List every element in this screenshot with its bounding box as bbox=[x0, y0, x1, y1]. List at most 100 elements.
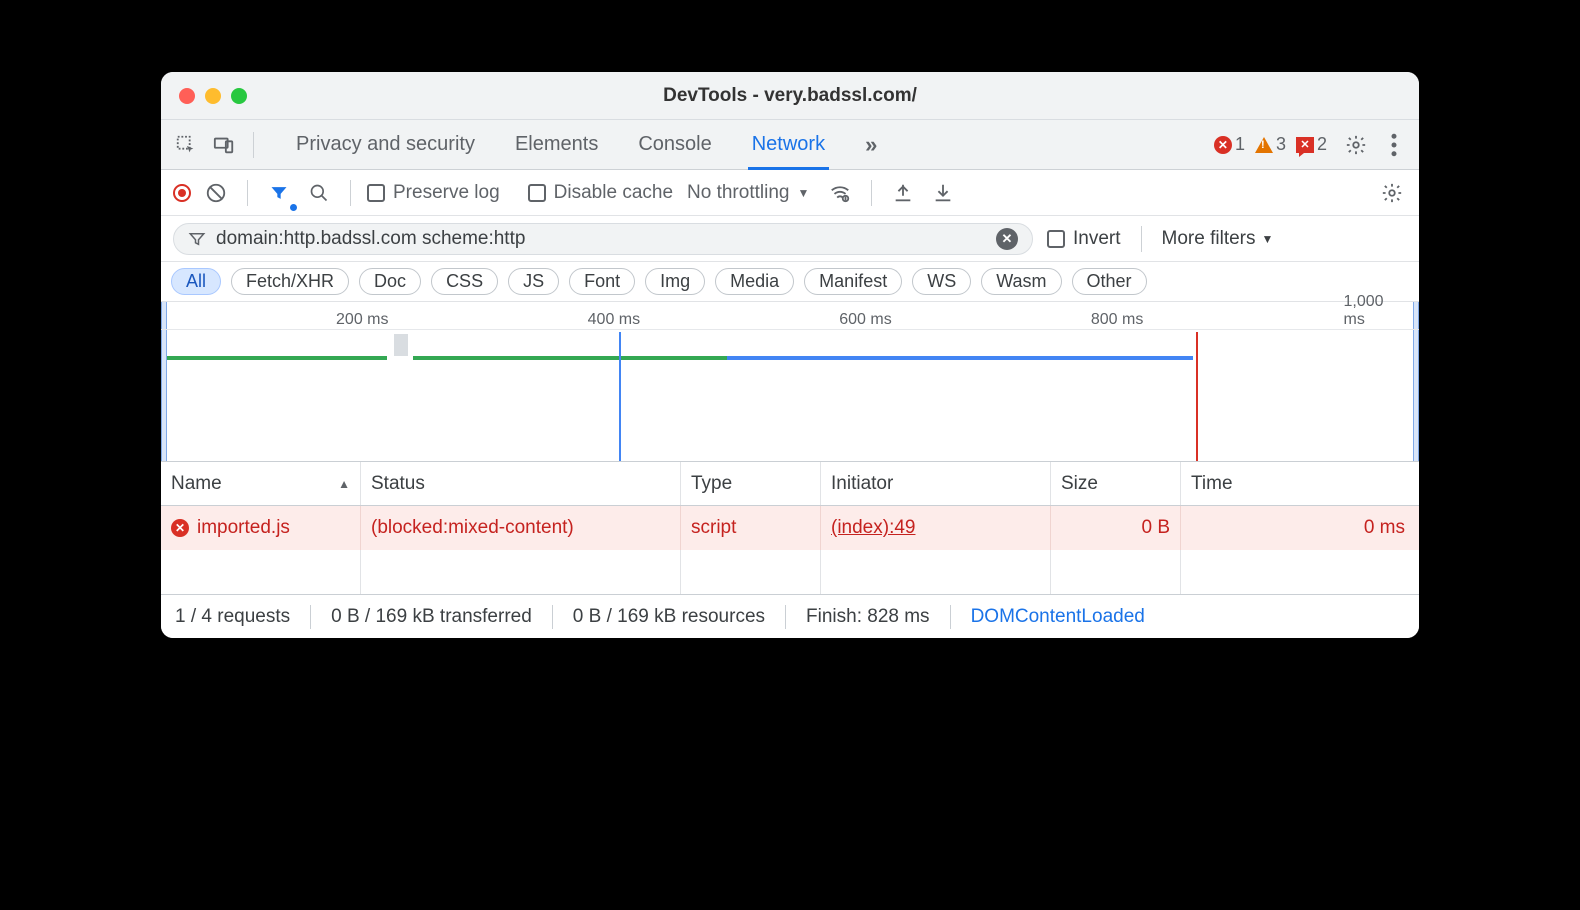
throttling-select[interactable]: No throttling ▼ bbox=[687, 182, 809, 204]
record-icon[interactable] bbox=[173, 184, 191, 202]
issues-badge[interactable]: ✕2 bbox=[1296, 134, 1327, 155]
timeline-bars bbox=[161, 356, 1419, 361]
window-title: DevTools - very.badssl.com/ bbox=[161, 85, 1419, 107]
divider bbox=[785, 605, 786, 629]
chip-all[interactable]: All bbox=[171, 268, 221, 295]
error-icon: ✕ bbox=[1214, 136, 1232, 154]
load-line-icon bbox=[1196, 332, 1198, 461]
tab-label: Console bbox=[638, 133, 711, 156]
network-settings-icon[interactable] bbox=[1377, 178, 1407, 208]
funnel-icon bbox=[188, 230, 206, 248]
chip-font[interactable]: Font bbox=[569, 268, 635, 295]
chip-manifest[interactable]: Manifest bbox=[804, 268, 902, 295]
checkbox-icon bbox=[367, 184, 385, 202]
chip-img[interactable]: Img bbox=[645, 268, 705, 295]
chip-js[interactable]: JS bbox=[508, 268, 559, 295]
warning-icon bbox=[1255, 137, 1273, 153]
timeline-overview[interactable]: 200 ms 400 ms 600 ms 800 ms 1,000 ms bbox=[161, 302, 1419, 462]
chevron-down-icon: ▼ bbox=[797, 186, 809, 200]
checkbox-icon bbox=[1047, 230, 1065, 248]
disable-cache-checkbox[interactable]: Disable cache bbox=[528, 182, 673, 204]
tick-label: 600 ms bbox=[839, 311, 891, 329]
divider bbox=[1141, 226, 1142, 252]
transferred-summary: 0 B / 169 kB transferred bbox=[331, 606, 532, 628]
import-har-icon[interactable] bbox=[928, 178, 958, 208]
issues-count: 2 bbox=[1317, 134, 1327, 155]
network-conditions-icon[interactable] bbox=[825, 178, 855, 208]
cell-initiator[interactable]: (index):49 bbox=[821, 506, 1051, 550]
sort-asc-icon: ▲ bbox=[338, 477, 350, 491]
search-icon[interactable] bbox=[304, 178, 334, 208]
invert-label: Invert bbox=[1073, 228, 1121, 250]
col-time[interactable]: Time bbox=[1181, 462, 1419, 505]
disable-cache-label: Disable cache bbox=[554, 182, 673, 204]
table-header: Name▲ Status Type Initiator Size Time bbox=[161, 462, 1419, 506]
divider bbox=[950, 605, 951, 629]
tab-label: Network bbox=[752, 133, 825, 156]
cell-size: 0 B bbox=[1051, 506, 1181, 550]
filter-bar: domain:http.badssl.com scheme:http ✕ Inv… bbox=[161, 216, 1419, 262]
preserve-log-label: Preserve log bbox=[393, 182, 500, 204]
divider bbox=[310, 605, 311, 629]
invert-checkbox[interactable]: Invert bbox=[1047, 228, 1121, 250]
table-row[interactable]: ✕imported.js (blocked:mixed-content) scr… bbox=[161, 506, 1419, 550]
clear-icon[interactable] bbox=[201, 178, 231, 208]
tab-network[interactable]: Network bbox=[748, 120, 829, 170]
domcontentloaded-line-icon bbox=[619, 332, 621, 461]
timeline-marker bbox=[394, 334, 408, 356]
titlebar: DevTools - very.badssl.com/ bbox=[161, 72, 1419, 120]
maximize-window-icon[interactable] bbox=[231, 88, 247, 104]
chip-media[interactable]: Media bbox=[715, 268, 794, 295]
preserve-log-checkbox[interactable]: Preserve log bbox=[367, 182, 500, 204]
resources-summary: 0 B / 169 kB resources bbox=[573, 606, 765, 628]
chip-css[interactable]: CSS bbox=[431, 268, 498, 295]
clear-filter-icon[interactable]: ✕ bbox=[996, 228, 1018, 250]
cell-name: ✕imported.js bbox=[161, 506, 361, 550]
filter-text: domain:http.badssl.com scheme:http bbox=[216, 228, 986, 250]
main-tabs-bar: Privacy and security Elements Console Ne… bbox=[161, 120, 1419, 170]
tab-privacy-security[interactable]: Privacy and security bbox=[292, 120, 479, 170]
timeline-ruler: 200 ms 400 ms 600 ms 800 ms 1,000 ms bbox=[161, 302, 1419, 330]
warnings-count: 3 bbox=[1276, 134, 1286, 155]
col-initiator[interactable]: Initiator bbox=[821, 462, 1051, 505]
chip-doc[interactable]: Doc bbox=[359, 268, 421, 295]
filter-input[interactable]: domain:http.badssl.com scheme:http ✕ bbox=[173, 223, 1033, 255]
col-size[interactable]: Size bbox=[1051, 462, 1181, 505]
col-type[interactable]: Type bbox=[681, 462, 821, 505]
col-name[interactable]: Name▲ bbox=[161, 462, 361, 505]
tick-label: 200 ms bbox=[336, 311, 388, 329]
more-filters-button[interactable]: More filters ▼ bbox=[1162, 228, 1274, 250]
status-counters: ✕1 3 ✕2 bbox=[1214, 134, 1327, 155]
inspect-element-icon[interactable] bbox=[171, 130, 201, 160]
chip-fetch-xhr[interactable]: Fetch/XHR bbox=[231, 268, 349, 295]
tick-label: 400 ms bbox=[588, 311, 640, 329]
tick-label: 800 ms bbox=[1091, 311, 1143, 329]
settings-icon[interactable] bbox=[1341, 130, 1371, 160]
chevron-down-icon: ▼ bbox=[1262, 232, 1274, 246]
export-har-icon[interactable] bbox=[888, 178, 918, 208]
device-toolbar-icon[interactable] bbox=[209, 130, 239, 160]
status-footer: 1 / 4 requests 0 B / 169 kB transferred … bbox=[161, 594, 1419, 638]
cell-status: (blocked:mixed-content) bbox=[361, 506, 681, 550]
divider bbox=[350, 180, 351, 206]
close-window-icon[interactable] bbox=[179, 88, 195, 104]
checkbox-icon bbox=[528, 184, 546, 202]
warnings-badge[interactable]: 3 bbox=[1255, 134, 1286, 155]
tab-console[interactable]: Console bbox=[634, 120, 715, 170]
requests-summary: 1 / 4 requests bbox=[175, 606, 290, 628]
panel-tabs: Privacy and security Elements Console Ne… bbox=[292, 120, 1196, 170]
errors-badge[interactable]: ✕1 bbox=[1214, 134, 1245, 155]
col-status[interactable]: Status bbox=[361, 462, 681, 505]
tab-elements[interactable]: Elements bbox=[511, 120, 602, 170]
tabs-overflow-icon[interactable]: » bbox=[861, 120, 881, 170]
filter-toggle-icon[interactable] bbox=[264, 178, 294, 208]
network-toolbar: Preserve log Disable cache No throttling… bbox=[161, 170, 1419, 216]
chip-ws[interactable]: WS bbox=[912, 268, 971, 295]
chip-other[interactable]: Other bbox=[1072, 268, 1147, 295]
finish-summary: Finish: 828 ms bbox=[806, 606, 930, 628]
cell-type: script bbox=[681, 506, 821, 550]
kebab-menu-icon[interactable] bbox=[1379, 130, 1409, 160]
minimize-window-icon[interactable] bbox=[205, 88, 221, 104]
divider bbox=[253, 132, 254, 158]
chip-wasm[interactable]: Wasm bbox=[981, 268, 1061, 295]
